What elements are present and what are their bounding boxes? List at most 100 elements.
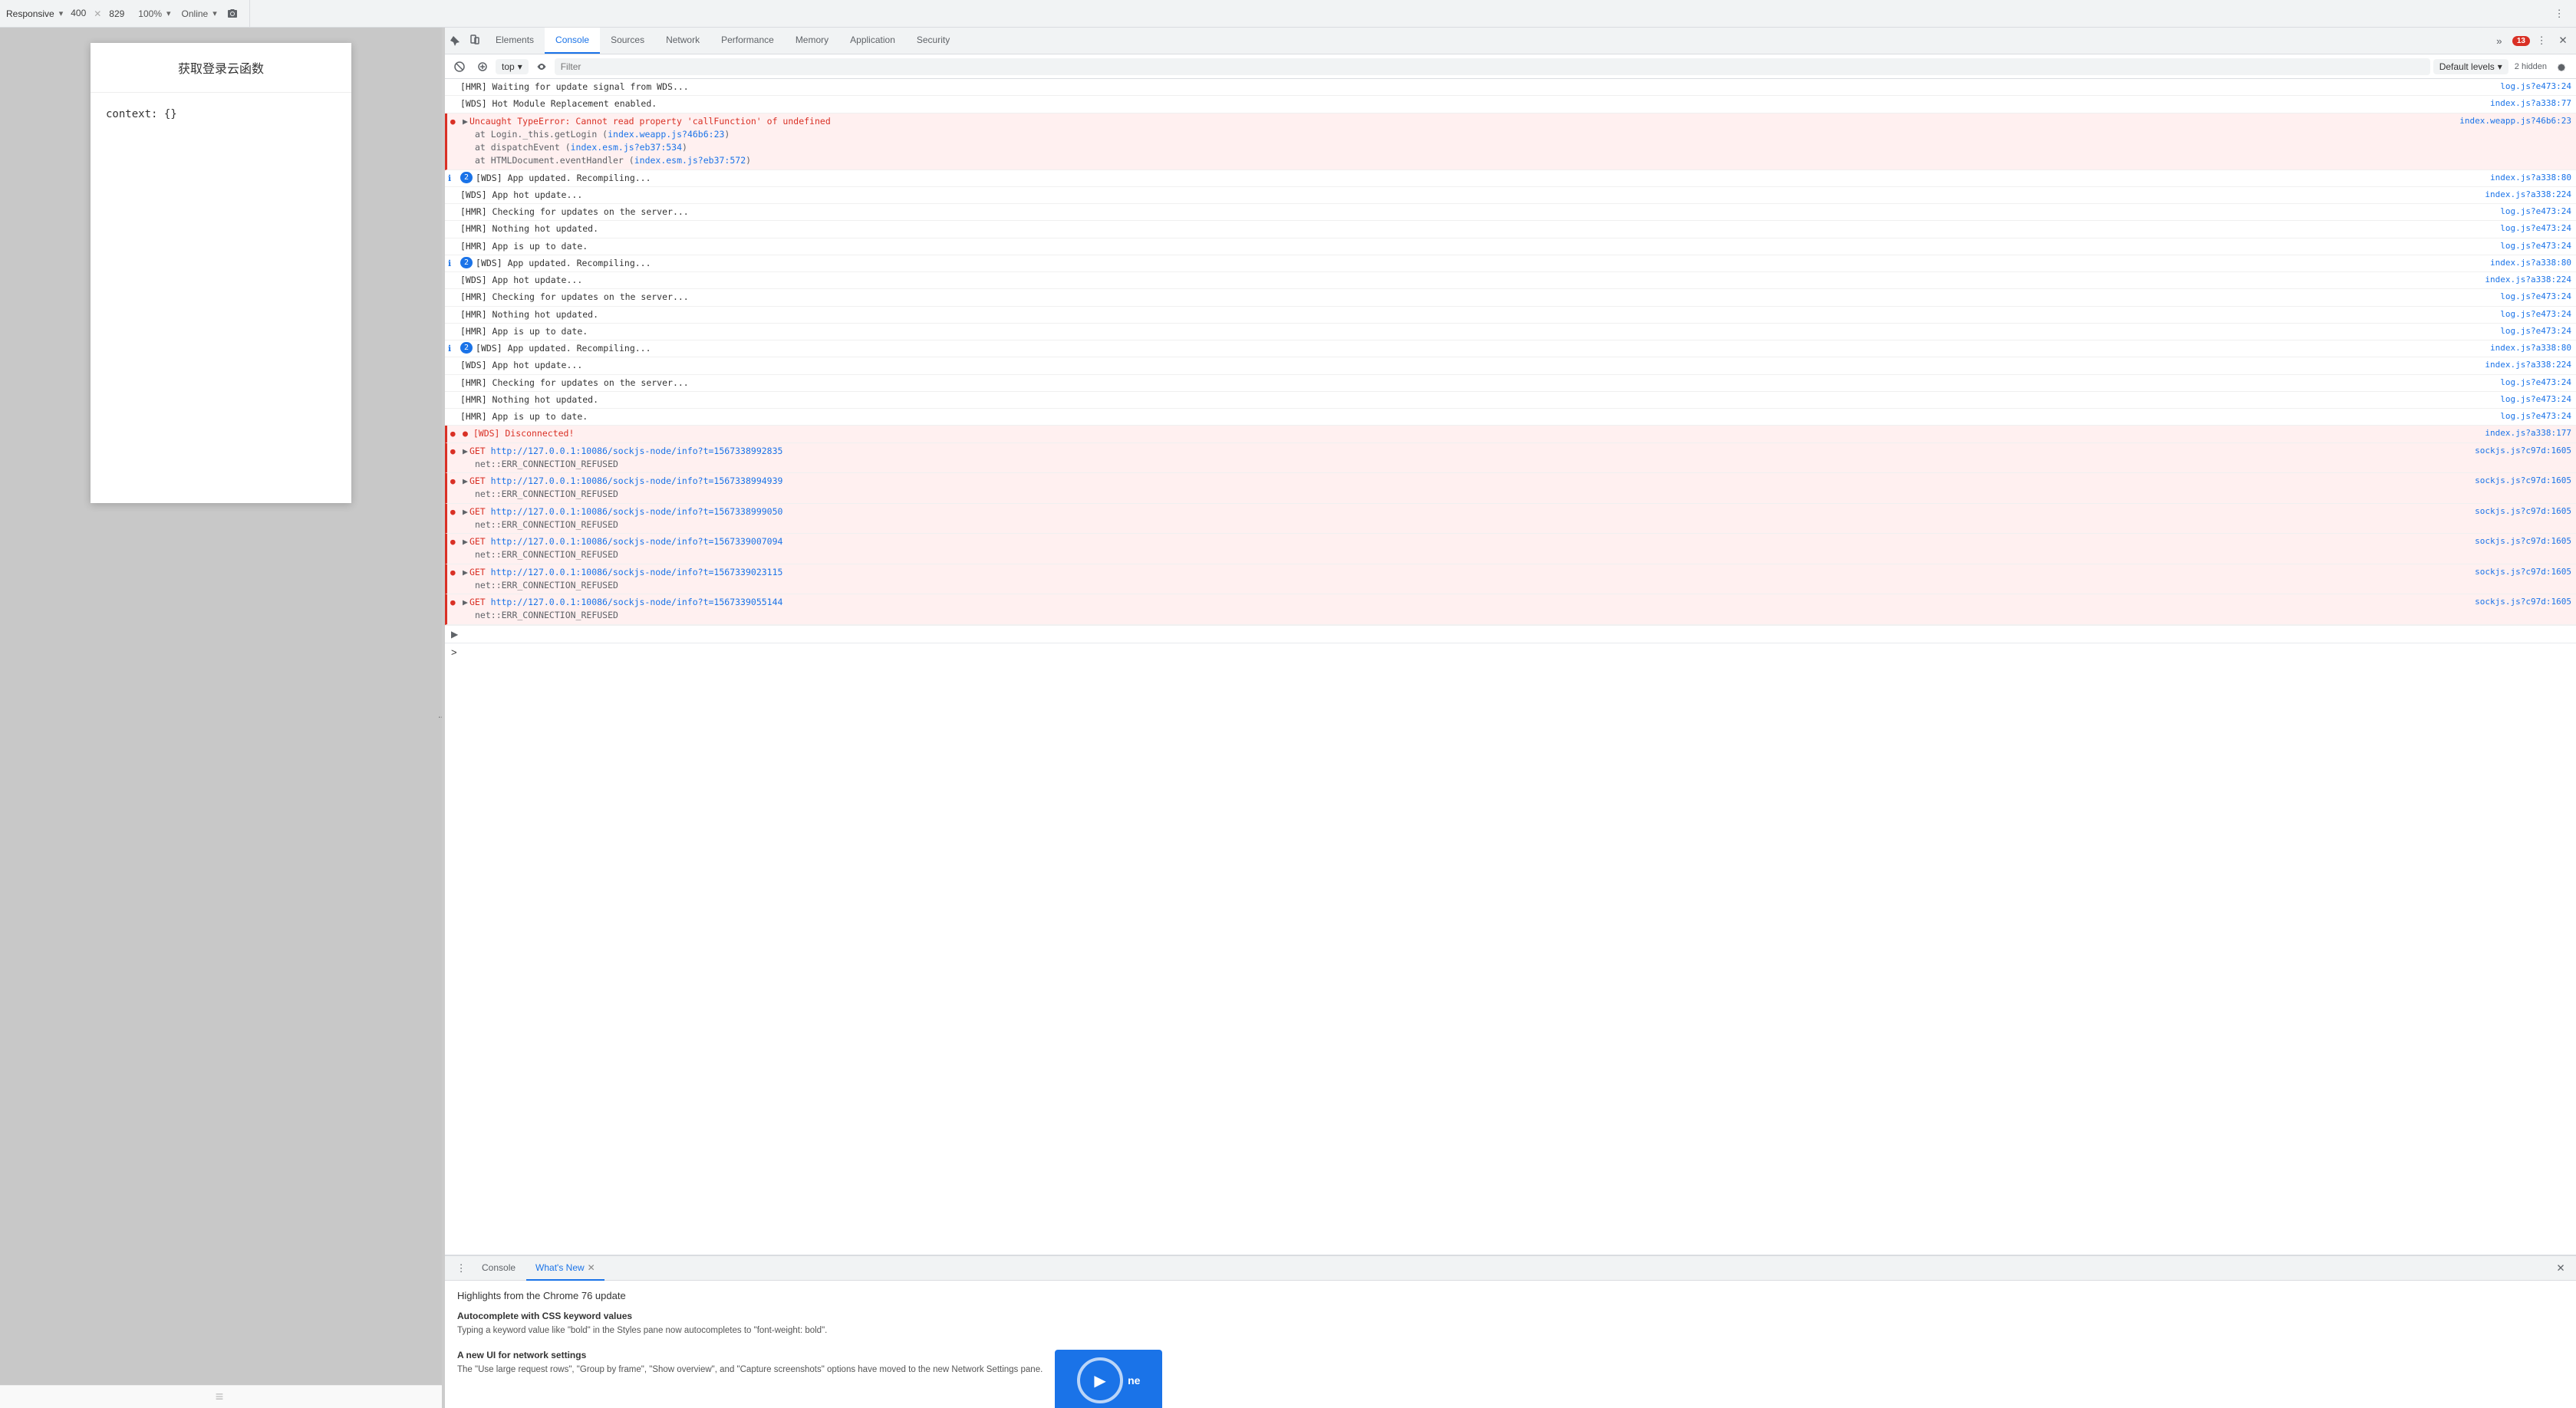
console-row: [HMR] App is up to date. log.js?e473:24 [445,239,2576,255]
row-source-link[interactable]: sockjs.js?c97d:1605 [2459,445,2571,458]
row-source-link[interactable]: sockjs.js?c97d:1605 [2459,566,2571,579]
bottom-tab-whats-new[interactable]: What's New ✕ [526,1256,604,1281]
tab-console[interactable]: Console [545,28,600,54]
tab-sources[interactable]: Sources [600,28,655,54]
expand-arrow[interactable]: ▶ [463,475,468,488]
row-source-link[interactable]: log.js?e473:24 [2485,325,2571,338]
width-value[interactable]: 400 [68,8,89,19]
row-source-link[interactable]: sockjs.js?c97d:1605 [2459,505,2571,518]
stack-trace-line: at Login._this.getLogin (index.weapp.js?… [463,128,2571,141]
row-source-link[interactable]: index.js?a338:80 [2475,257,2571,270]
whats-new-item: A new UI for network settings The "Use l… [457,1350,2564,1408]
tab-application[interactable]: Application [839,28,906,54]
devtools-more-icon: ⋮ [2536,35,2546,47]
row-source-link[interactable]: index.js?a338:224 [2469,274,2571,287]
expand-arrow[interactable]: ▶ [463,535,468,548]
resize-handle[interactable]: ⁞ [440,28,443,1408]
devtools-more-options[interactable]: ⋮ [2532,31,2551,51]
filter-input[interactable] [555,58,2430,75]
tab-elements[interactable]: Elements [485,28,545,54]
error-sub: net::ERR_CONNECTION_REFUSED [463,518,2571,531]
row-source-link[interactable]: sockjs.js?c97d:1605 [2459,475,2571,488]
row-source-link[interactable]: sockjs.js?c97d:1605 [2459,535,2571,548]
row-source-link[interactable]: log.js?e473:24 [2485,393,2571,406]
row-message: [WDS] App updated. Recompiling... [476,257,2475,270]
more-options-button[interactable]: ⋮ [2548,3,2570,25]
console-toolbar: top ▾ Default levels ▾ 2 hidden [445,54,2576,79]
preview-pane: 获取登录云函数 context: {} ⁞ ≡ [0,28,445,1408]
row-source-link[interactable]: index.weapp.js?46b6:23 [2444,115,2571,128]
row-source-link[interactable]: index.js?a338:224 [2469,189,2571,202]
row-message: ● [WDS] Disconnected! [463,427,2469,440]
inspect-element-button[interactable] [445,31,465,51]
row-source-link[interactable]: log.js?e473:24 [2485,206,2571,219]
prompt-expand[interactable]: ▶ [451,629,458,640]
console-row-error: ● ▶ GET http://127.0.0.1:10086/sockjs-no… [445,504,2576,535]
device-toolbar-button[interactable] [465,31,485,51]
row-source-link[interactable]: sockjs.js?c97d:1605 [2459,596,2571,609]
row-source-link[interactable]: index.js?a338:224 [2469,359,2571,372]
whats-new-item: Autocomplete with CSS keyword values Typ… [457,1311,2564,1337]
error-icon: ● [450,567,456,580]
levels-chevron: ▾ [2498,61,2502,72]
bottom-tab-close-button[interactable]: ✕ [588,1262,595,1273]
console-row: [HMR] Checking for updates on the server… [445,204,2576,221]
screenshot-button[interactable] [222,3,243,25]
tab-memory[interactable]: Memory [785,28,839,54]
expand-arrow[interactable]: ▶ [463,445,468,458]
network-dropdown-icon: ▾ [212,8,217,18]
error-icon: ● [450,536,456,549]
preserve-log-button[interactable] [473,57,492,77]
console-settings-button[interactable] [2551,57,2571,77]
stack-link[interactable]: index.weapp.js?46b6:23 [608,129,724,140]
network-label[interactable]: Online [182,8,209,19]
viewport-controls: Responsive ▾ 400 ✕ 829 100% ▾ Online ▾ [0,0,250,27]
tab-security[interactable]: Security [906,28,960,54]
stack-link[interactable]: index.esm.js?eb37:534 [571,142,682,153]
row-message: [HMR] Nothing hot updated. [460,308,2485,321]
row-source-link[interactable]: log.js?e473:24 [2485,291,2571,304]
devtools-close-icon: ✕ [2558,35,2567,47]
more-tabs-button[interactable]: » [2489,31,2509,51]
whats-new-text: Autocomplete with CSS keyword values Typ… [457,1311,827,1337]
row-source-link[interactable]: log.js?e473:24 [2485,410,2571,423]
row-source-link[interactable]: log.js?e473:24 [2485,222,2571,235]
bottom-panel-more-options[interactable]: ⋮ [451,1258,471,1278]
whats-new-thumbnail[interactable]: ▶ ne [1055,1350,1162,1408]
bottom-tab-console[interactable]: Console [473,1256,525,1281]
row-source-link[interactable]: index.js?a338:77 [2475,97,2571,110]
tab-network[interactable]: Network [655,28,710,54]
clear-console-button[interactable] [450,57,469,77]
height-value[interactable]: 829 [106,8,127,19]
tab-performance[interactable]: Performance [710,28,785,54]
console-input[interactable] [462,646,2570,657]
console-row-error: ● ▶ Uncaught TypeError: Cannot read prop… [445,113,2576,170]
context-value: top [502,61,515,72]
bottom-panel-close-button[interactable]: ✕ [2551,1259,2570,1278]
error-sub: net::ERR_CONNECTION_REFUSED [463,488,2571,501]
console-row: [WDS] App hot update... index.js?a338:22… [445,187,2576,204]
eye-button[interactable] [532,57,552,77]
row-message: [WDS] App updated. Recompiling... [476,342,2475,355]
whats-new-heading: Autocomplete with CSS keyword values [457,1311,827,1321]
devtools-close-button[interactable]: ✕ [2553,31,2573,51]
row-source-link[interactable]: log.js?e473:24 [2485,81,2571,94]
row-source-link[interactable]: log.js?e473:24 [2485,377,2571,390]
context-dropdown-icon: ▾ [518,61,522,72]
context-selector[interactable]: top ▾ [496,59,529,74]
log-levels-button[interactable]: Default levels ▾ [2433,59,2508,74]
expand-arrow[interactable]: ▶ [463,115,468,128]
expand-arrow[interactable]: ▶ [463,596,468,609]
expand-arrow[interactable]: ▶ [463,505,468,518]
console-row-error: ● ● [WDS] Disconnected! index.js?a338:17… [445,426,2576,442]
row-source-link[interactable]: index.js?a338:177 [2469,427,2571,440]
bottom-tab-console-label: Console [482,1262,516,1273]
zoom-label[interactable]: 100% [138,8,162,19]
row-source-link[interactable]: index.js?a338:80 [2475,342,2571,355]
stack-link[interactable]: index.esm.js?eb37:572 [634,155,746,166]
error-icon: ● [450,506,456,519]
row-source-link[interactable]: log.js?e473:24 [2485,308,2571,321]
expand-arrow[interactable]: ▶ [463,566,468,579]
row-source-link[interactable]: index.js?a338:80 [2475,172,2571,185]
row-source-link[interactable]: log.js?e473:24 [2485,240,2571,253]
